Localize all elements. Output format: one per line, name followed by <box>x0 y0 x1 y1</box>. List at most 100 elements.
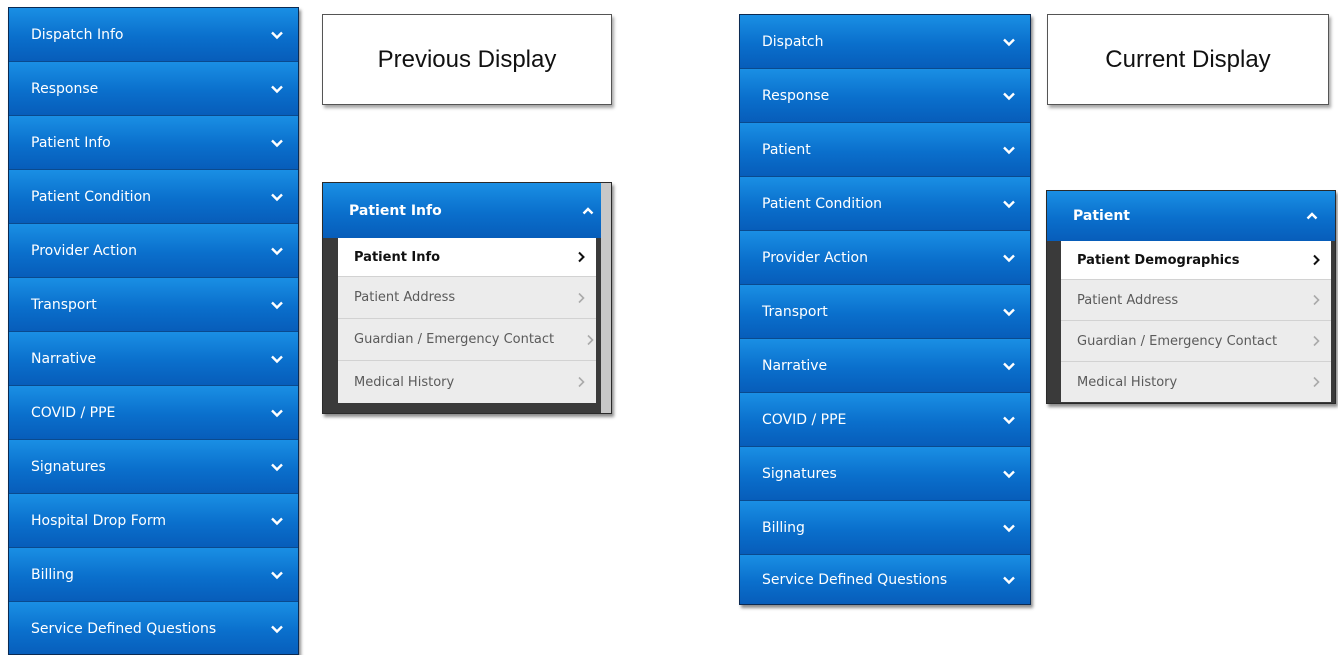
previous-menu-item-signatures[interactable]: Signatures <box>9 440 298 494</box>
chevron-down-icon <box>271 139 283 147</box>
menu-item-label: Service Defined Questions <box>31 621 217 637</box>
chevron-down-icon <box>271 193 283 201</box>
previous-menu-item-provider-action[interactable]: Provider Action <box>9 224 298 278</box>
chevron-down-icon <box>271 625 283 634</box>
current-menu-item-response[interactable]: Response <box>740 69 1030 123</box>
current-display-title: Current Display <box>1047 14 1329 105</box>
submenu-item-label: Guardian / Emergency Contact <box>354 332 555 347</box>
chevron-down-icon <box>271 517 283 525</box>
previous-panel-header[interactable]: Patient Info <box>323 183 611 238</box>
current-menu-item-billing[interactable]: Billing <box>740 501 1030 555</box>
current-nav-menu: Dispatch Response Patient Patient Condit… <box>739 14 1031 605</box>
menu-item-label: Patient <box>762 141 811 158</box>
submenu-item-label: Guardian / Emergency Contact <box>1077 333 1278 349</box>
menu-item-label: Patient Info <box>31 134 111 151</box>
previous-submenu-item-guardian-emergency-contact[interactable]: Guardian / Emergency Contact <box>338 319 596 361</box>
previous-menu-item-covid-ppe[interactable]: COVID / PPE <box>9 386 298 440</box>
chevron-right-icon <box>578 292 585 303</box>
menu-item-label: Signatures <box>31 458 106 475</box>
previous-submenu-item-patient-info[interactable]: Patient Info <box>338 238 596 277</box>
chevron-down-icon <box>1003 146 1015 154</box>
current-submenu-item-patient-address[interactable]: Patient Address <box>1061 280 1331 321</box>
current-menu-item-transport[interactable]: Transport <box>740 285 1030 339</box>
previous-menu-item-narrative[interactable]: Narrative <box>9 332 298 386</box>
menu-item-label: Transport <box>762 303 828 320</box>
previous-menu-item-transport[interactable]: Transport <box>9 278 298 332</box>
current-menu-item-covid-ppe[interactable]: COVID / PPE <box>740 393 1030 447</box>
current-menu-item-service-defined-questions[interactable]: Service Defined Questions <box>740 555 1030 604</box>
submenu-item-label: Medical History <box>1077 374 1178 390</box>
menu-item-label: Patient Condition <box>762 195 883 212</box>
submenu-item-label: Medical History <box>354 374 455 390</box>
previous-menu-item-patient-condition[interactable]: Patient Condition <box>9 170 298 224</box>
current-submenu-item-medical-history[interactable]: Medical History <box>1061 362 1331 402</box>
chevron-down-icon <box>1003 308 1015 316</box>
chevron-down-icon <box>271 355 283 363</box>
chevron-down-icon <box>1003 470 1015 478</box>
current-panel-header[interactable]: Patient <box>1047 191 1335 241</box>
chevron-down-icon <box>1003 200 1015 208</box>
panel-scrollbar[interactable] <box>601 183 611 413</box>
chevron-down-icon <box>271 409 283 417</box>
chevron-down-icon <box>271 247 283 255</box>
menu-item-label: Billing <box>31 566 74 583</box>
chevron-down-icon <box>271 85 283 93</box>
chevron-right-icon <box>1313 254 1320 266</box>
current-menu-item-signatures[interactable]: Signatures <box>740 447 1030 501</box>
chevron-down-icon <box>1003 254 1015 262</box>
current-menu-item-dispatch[interactable]: Dispatch <box>740 15 1030 69</box>
chevron-down-icon <box>271 301 283 309</box>
chevron-down-icon <box>1003 92 1015 100</box>
chevron-down-icon <box>1003 362 1015 370</box>
menu-item-label: Narrative <box>762 357 828 374</box>
menu-item-label: Billing <box>762 519 805 536</box>
chevron-up-icon <box>582 206 594 214</box>
menu-item-label: Provider Action <box>31 242 137 259</box>
menu-item-label: Dispatch Info <box>31 26 124 43</box>
current-submenu-item-guardian-emergency-contact[interactable]: Guardian / Emergency Contact <box>1061 321 1331 362</box>
chevron-down-icon <box>1003 416 1015 424</box>
panel-header-label: Patient <box>1073 208 1130 224</box>
previous-display-title: Previous Display <box>322 14 612 105</box>
menu-item-label: Signatures <box>762 465 837 482</box>
previous-menu-item-hospital-drop-form[interactable]: Hospital Drop Form <box>9 494 298 548</box>
previous-menu-item-service-defined-questions[interactable]: Service Defined Questions <box>9 602 298 654</box>
submenu-item-label: Patient Demographics <box>1077 252 1240 268</box>
menu-item-label: Provider Action <box>762 249 868 266</box>
chevron-down-icon <box>1003 38 1015 46</box>
previous-submenu-item-medical-history[interactable]: Medical History <box>338 361 596 403</box>
current-submenu-item-patient-demographics[interactable]: Patient Demographics <box>1061 241 1331 280</box>
chevron-down-icon <box>271 31 283 39</box>
chevron-right-icon <box>578 251 585 263</box>
submenu-item-label: Patient Address <box>354 290 456 305</box>
chevron-down-icon <box>271 571 283 579</box>
previous-menu-item-dispatch-info[interactable]: Dispatch Info <box>9 8 298 62</box>
current-menu-item-provider-action[interactable]: Provider Action <box>740 231 1030 285</box>
chevron-down-icon <box>1003 524 1015 532</box>
menu-item-label: Response <box>762 87 830 104</box>
previous-menu-item-patient-info[interactable]: Patient Info <box>9 116 298 170</box>
menu-item-label: Response <box>31 80 99 97</box>
menu-item-label: Patient Condition <box>31 188 152 205</box>
menu-item-label: Transport <box>31 296 97 313</box>
submenu-item-label: Patient Info <box>354 249 441 265</box>
chevron-right-icon <box>587 334 594 345</box>
current-submenu-panel: Patient Patient Demographics Patient Add… <box>1046 190 1336 404</box>
previous-submenu-item-patient-address[interactable]: Patient Address <box>338 277 596 319</box>
chevron-up-icon <box>1306 212 1318 220</box>
previous-submenu-panel: Patient Info Patient Info Patient Addres… <box>322 182 612 414</box>
current-menu-item-patient[interactable]: Patient <box>740 123 1030 177</box>
current-menu-item-patient-condition[interactable]: Patient Condition <box>740 177 1030 231</box>
previous-menu-item-response[interactable]: Response <box>9 62 298 116</box>
previous-menu-item-billing[interactable]: Billing <box>9 548 298 602</box>
menu-item-label: COVID / PPE <box>762 411 847 428</box>
menu-item-label: COVID / PPE <box>31 404 116 421</box>
menu-item-label: Hospital Drop Form <box>31 512 166 529</box>
current-menu-item-narrative[interactable]: Narrative <box>740 339 1030 393</box>
previous-nav-menu: Dispatch Info Response Patient Info Pati… <box>8 7 299 655</box>
chevron-right-icon <box>1313 376 1320 388</box>
menu-item-label: Dispatch <box>762 33 824 50</box>
chevron-right-icon <box>578 376 585 388</box>
menu-item-label: Service Defined Questions <box>762 571 948 588</box>
submenu-item-label: Patient Address <box>1077 292 1179 308</box>
